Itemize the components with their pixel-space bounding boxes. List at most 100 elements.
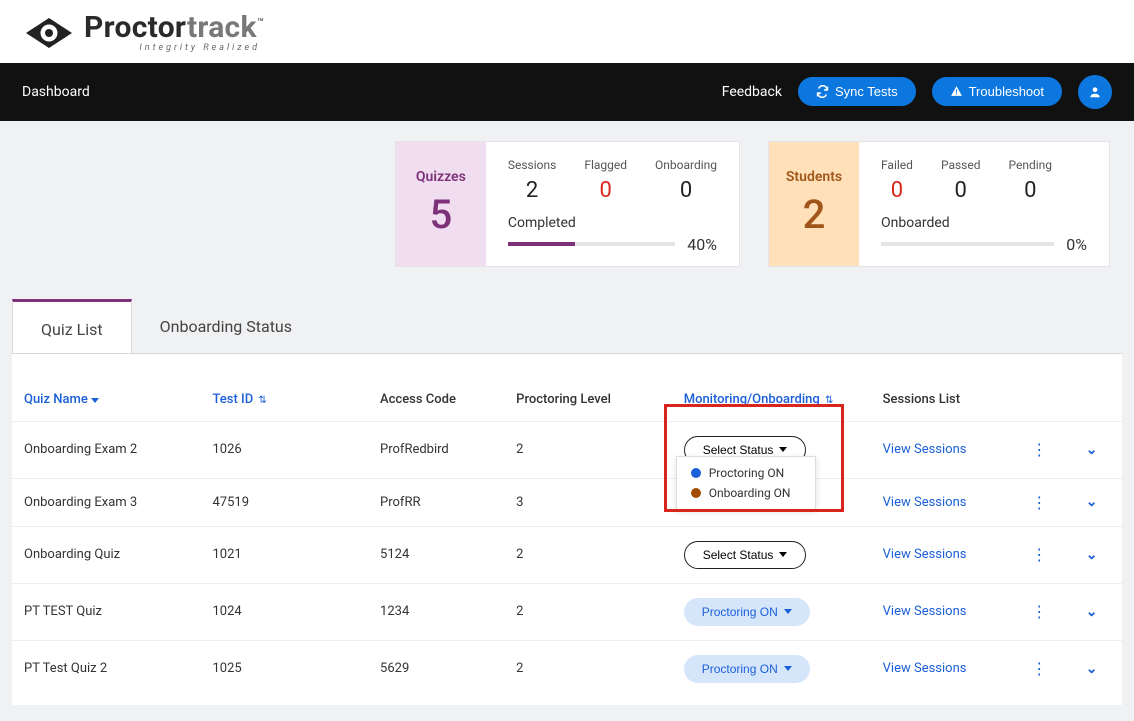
flagged-val: 0 — [584, 178, 627, 203]
caret-down-icon — [784, 666, 792, 671]
cell-proctoring-level: 2 — [504, 421, 672, 478]
logo-text: Proctortrack™ Integrity Realized — [84, 14, 264, 53]
proctoring-on-pill[interactable]: Proctoring ON — [684, 598, 810, 626]
col-test-id[interactable]: Test ID ⇅ — [200, 382, 368, 422]
completed-pct: 40% — [687, 235, 717, 254]
row-actions-menu[interactable]: ⋮ — [1029, 659, 1049, 678]
passed-stat: Passed0 — [941, 158, 981, 203]
students-accent: Students 2 — [769, 142, 859, 266]
tabs: Quiz List Onboarding Status — [12, 299, 1122, 354]
row-actions-menu[interactable]: ⋮ — [1029, 545, 1049, 564]
table-row: PT Test Quiz 2 1025 5629 2 Proctoring ON… — [12, 640, 1122, 697]
logo-bar: Proctortrack™ Integrity Realized — [0, 0, 1134, 63]
row-actions-menu[interactable]: ⋮ — [1029, 493, 1049, 512]
expand-row[interactable]: ⌄ — [1082, 494, 1102, 510]
col-proctoring-level: Proctoring Level — [504, 382, 672, 422]
cell-access-code: 5629 — [368, 640, 504, 697]
cell-actions: ⋮ — [1017, 478, 1069, 526]
cell-sessions: View Sessions — [871, 526, 1018, 583]
cell-access-code: ProfRR — [368, 478, 504, 526]
students-count: 2 — [803, 191, 826, 238]
dropdown-proctoring-on[interactable]: Proctoring ON — [691, 463, 801, 483]
sessions-hdr: Sessions — [508, 158, 556, 172]
cell-test-id: 47519 — [200, 478, 368, 526]
flagged-stat: Flagged 0 — [584, 158, 627, 203]
students-label: Students — [786, 169, 842, 185]
pending-hdr: Pending — [1009, 158, 1053, 172]
table-row: PT TEST Quiz 1024 1234 2 Proctoring ON V… — [12, 583, 1122, 640]
table-row: Onboarding Exam 2 1026 ProfRedbird 2 Sel… — [12, 421, 1122, 478]
cell-test-id: 1021 — [200, 526, 368, 583]
col-quiz-name[interactable]: Quiz Name — [12, 382, 200, 422]
pending-val: 0 — [1009, 178, 1053, 203]
cell-status: Select Status Proctoring ON Onboarding O… — [672, 421, 871, 478]
cell-access-code: ProfRedbird — [368, 421, 504, 478]
completed-progress — [508, 242, 675, 246]
cell-sessions: View Sessions — [871, 478, 1018, 526]
onboarded-progress — [881, 242, 1054, 246]
failed-stat: Failed0 — [881, 158, 913, 203]
onboarding-stat: Onboarding0 — [655, 158, 717, 203]
flagged-hdr: Flagged — [584, 158, 627, 172]
col-monitoring[interactable]: Monitoring/Onboarding ⇅ — [672, 382, 871, 422]
cell-sessions: View Sessions — [871, 421, 1018, 478]
pending-stat: Pending 0 — [1009, 158, 1053, 203]
view-sessions-link[interactable]: View Sessions — [883, 495, 967, 510]
quizzes-label: Quizzes — [416, 169, 466, 185]
quizzes-count: 5 — [429, 191, 452, 238]
cell-expand: ⌄ — [1070, 526, 1122, 583]
failed-val: 0 — [881, 178, 913, 203]
quiz-table: Quiz Name Test ID ⇅ Access Code Proctori… — [12, 382, 1122, 697]
expand-row[interactable]: ⌄ — [1082, 604, 1102, 620]
caret-down-icon — [784, 609, 792, 614]
view-sessions-link[interactable]: View Sessions — [883, 604, 967, 619]
dropdown-onboarding-label: Onboarding ON — [709, 486, 791, 500]
cell-test-id: 1025 — [200, 640, 368, 697]
nav-feedback[interactable]: Feedback — [722, 84, 782, 100]
brand-tagline: Integrity Realized — [84, 43, 264, 53]
sync-tests-button[interactable]: Sync Tests — [798, 77, 916, 106]
brown-dot-icon — [691, 488, 701, 498]
passed-hdr: Passed — [941, 158, 981, 172]
dropdown-onboarding-on[interactable]: Onboarding ON — [691, 483, 801, 503]
nav-dashboard[interactable]: Dashboard — [22, 84, 90, 100]
cell-expand: ⌄ — [1070, 421, 1122, 478]
expand-row[interactable]: ⌄ — [1082, 547, 1102, 563]
brand-part1: Proctor — [84, 10, 187, 45]
table-row: Onboarding Exam 3 47519 ProfRR 3 View Se… — [12, 478, 1122, 526]
quizzes-accent: Quizzes 5 — [396, 142, 486, 266]
cell-expand: ⌄ — [1070, 640, 1122, 697]
view-sessions-link[interactable]: View Sessions — [883, 442, 967, 457]
status-dropdown: Proctoring ON Onboarding ON — [676, 456, 816, 510]
quiz-table-wrap: Quiz Name Test ID ⇅ Access Code Proctori… — [12, 354, 1122, 705]
view-sessions-link[interactable]: View Sessions — [883, 547, 967, 562]
sessions-val: 2 — [508, 178, 556, 203]
cell-actions: ⋮ — [1017, 526, 1069, 583]
dropdown-proctoring-label: Proctoring ON — [709, 466, 784, 480]
tab-onboarding-status[interactable]: Onboarding Status — [132, 299, 320, 353]
cell-quiz-name: Onboarding Quiz — [12, 526, 200, 583]
user-button[interactable] — [1078, 75, 1112, 109]
logo-eye-icon — [24, 16, 74, 50]
cell-status: Proctoring ON — [672, 583, 871, 640]
cell-test-id: 1024 — [200, 583, 368, 640]
warning-icon — [950, 85, 963, 98]
brand-name: Proctortrack™ — [84, 14, 264, 43]
brand-part2: track — [187, 10, 257, 45]
select-status-button[interactable]: Select Status — [684, 541, 807, 569]
cell-sessions: View Sessions — [871, 583, 1018, 640]
row-actions-menu[interactable]: ⋮ — [1029, 440, 1049, 459]
troubleshoot-button[interactable]: Troubleshoot — [932, 77, 1062, 106]
view-sessions-link[interactable]: View Sessions — [883, 661, 967, 676]
row-actions-menu[interactable]: ⋮ — [1029, 602, 1049, 621]
expand-row[interactable]: ⌄ — [1082, 442, 1102, 458]
cell-quiz-name: Onboarding Exam 2 — [12, 421, 200, 478]
cell-quiz-name: PT Test Quiz 2 — [12, 640, 200, 697]
expand-row[interactable]: ⌄ — [1082, 661, 1102, 677]
tab-quiz-list[interactable]: Quiz List — [12, 299, 132, 353]
students-card: Students 2 Failed0 Passed0 Pending0 Onbo… — [768, 141, 1110, 267]
cell-proctoring-level: 2 — [504, 526, 672, 583]
proctoring-on-pill[interactable]: Proctoring ON — [684, 655, 810, 683]
col-access-code: Access Code — [368, 382, 504, 422]
table-row: Onboarding Quiz 1021 5124 2 Select Statu… — [12, 526, 1122, 583]
